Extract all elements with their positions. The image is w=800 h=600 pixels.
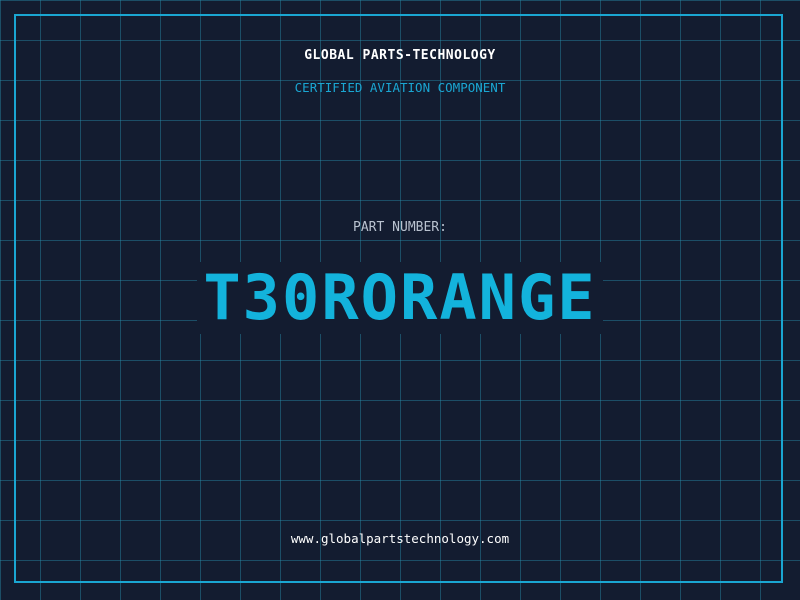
label-card: GLOBAL PARTS-TECHNOLOGY CERTIFIED AVIATI… (0, 0, 800, 600)
company-name: GLOBAL PARTS-TECHNOLOGY (304, 48, 496, 63)
part-number-label: PART NUMBER: (353, 220, 447, 235)
certification-subtitle: CERTIFIED AVIATION COMPONENT (294, 80, 506, 95)
part-number-value: T30RORANGE (197, 262, 603, 334)
website-url: www.globalpartstechnology.com (290, 531, 510, 546)
part-number-container: T30RORANGE (0, 262, 800, 334)
